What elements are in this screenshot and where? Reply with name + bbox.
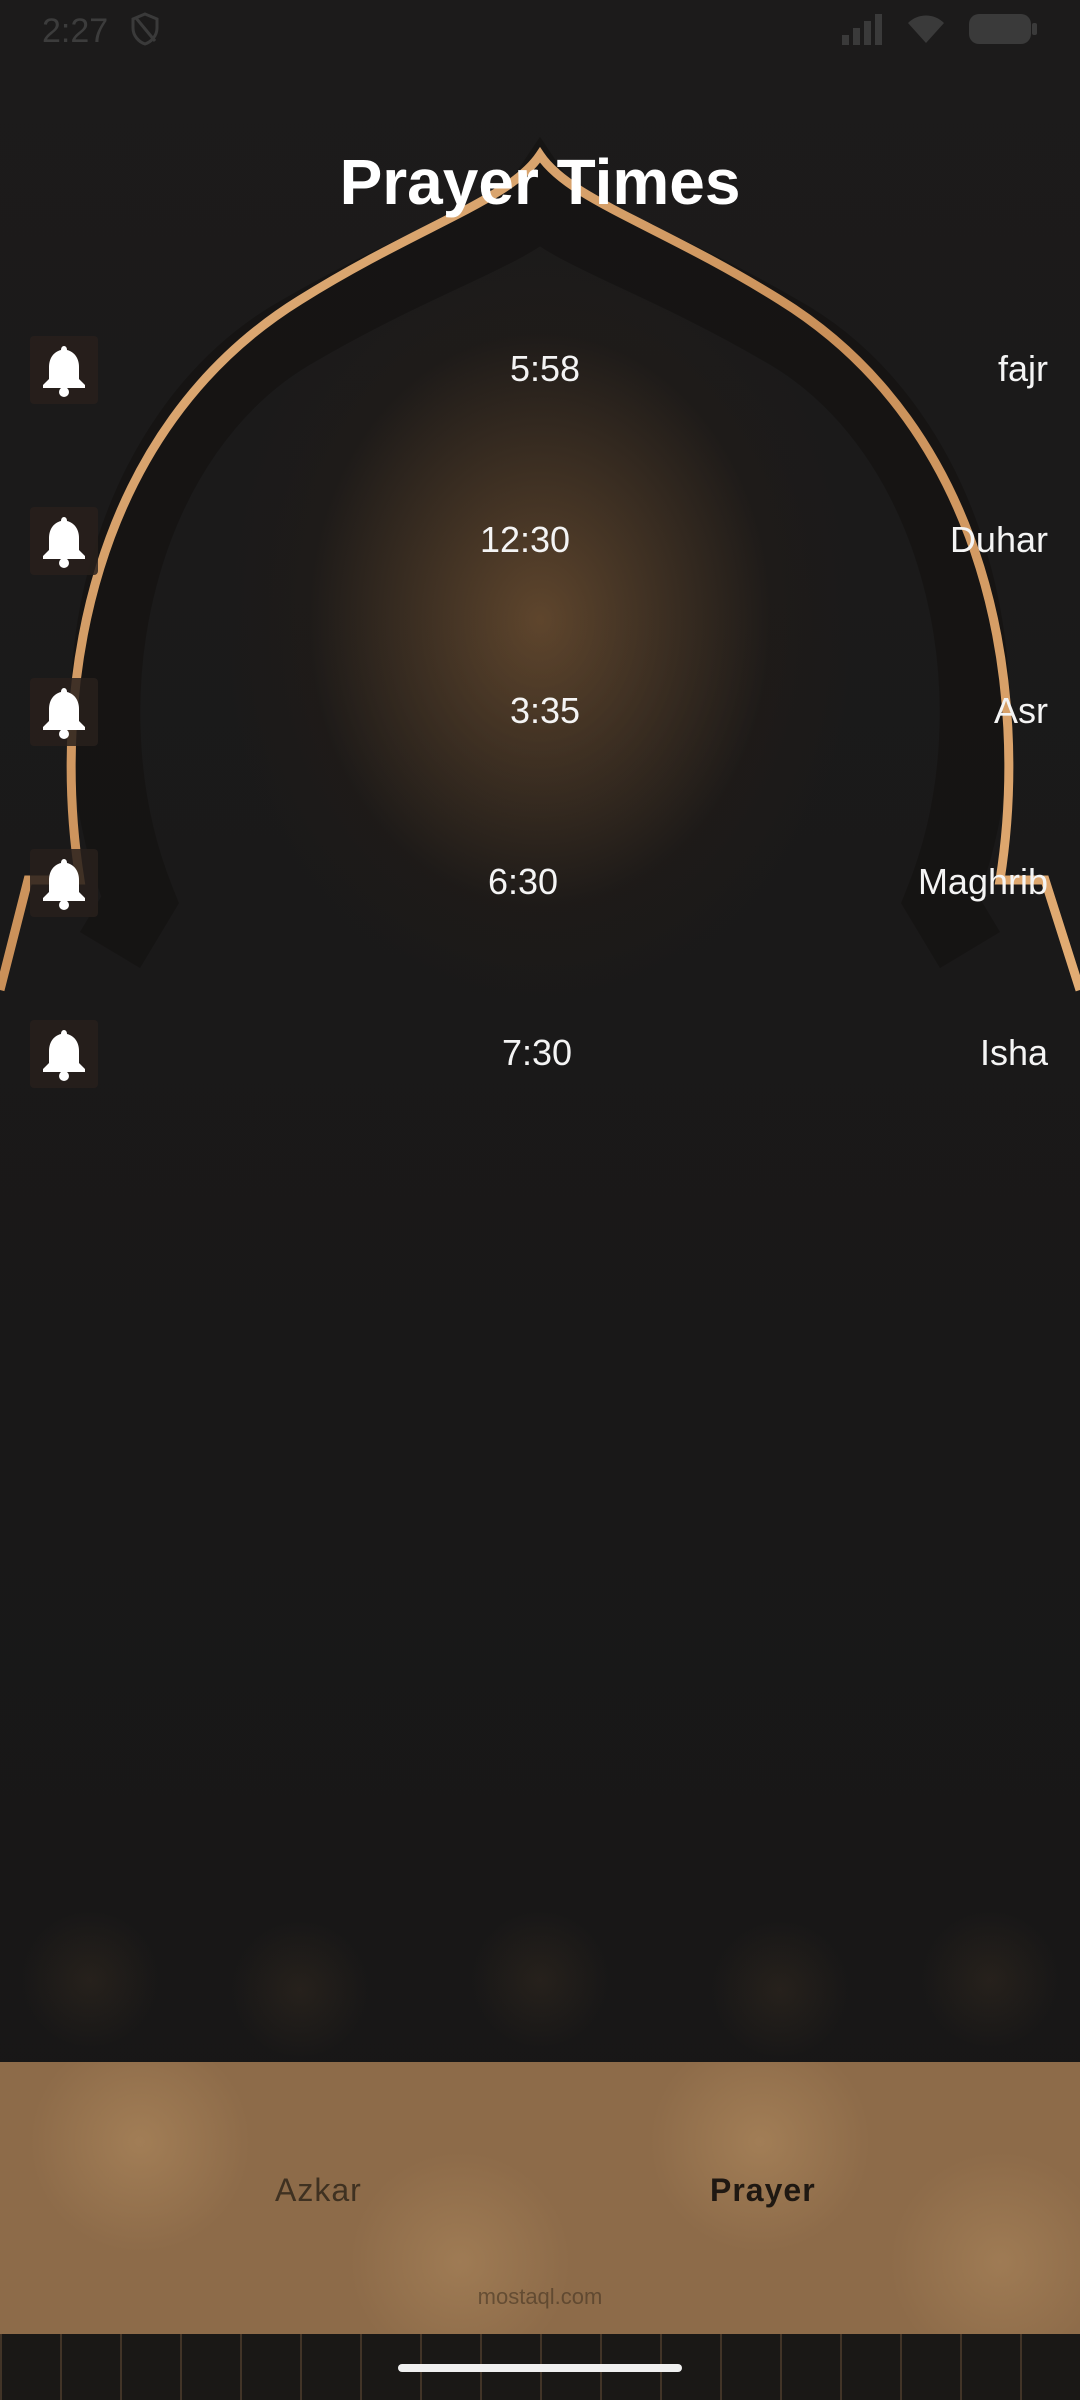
bell-icon[interactable] [30,336,98,404]
prayer-row-asr: 3:35 Asr [0,678,1080,768]
prayer-name: Duhar [949,519,1048,560]
prayer-row-duhar: 12:30 Duhar [0,507,1080,597]
shield-icon [130,11,160,51]
status-bar: 2:27 [0,0,1080,62]
prayer-time: 5:58 [509,348,581,389]
bell-icon[interactable] [30,849,98,917]
nav-tab-azkar[interactable]: Azkar [275,2172,362,2209]
prayer-name: Maghrib [917,861,1048,902]
bottom-navigation: Azkar Prayer mostaql.com [0,2062,1080,2334]
watermark: mostaql.com [477,2284,603,2309]
bell-icon[interactable] [30,507,98,575]
prayer-time: 7:30 [501,1032,573,1073]
prayer-row-maghrib: 6:30 Maghrib [0,849,1080,939]
prayer-time: 3:35 [509,690,581,731]
prayer-name: Isha [979,1032,1048,1073]
home-indicator[interactable] [398,2364,682,2372]
prayer-row-fajr: 5:58 fajr [0,336,1080,426]
wifi-icon [906,13,946,50]
ornament-border [0,1880,1080,2060]
signal-icon [840,13,884,50]
nav-tab-prayer[interactable]: Prayer [710,2172,816,2209]
bell-icon[interactable] [30,1020,98,1088]
prayer-time: 6:30 [487,861,559,902]
page-title: Prayer Times [339,146,741,218]
status-time: 2:27 [42,11,109,50]
prayer-row-isha: 7:30 Isha [0,1020,1080,1110]
prayer-time: 12:30 [479,519,571,560]
battery-icon [968,12,1038,51]
prayer-name: fajr [997,348,1048,389]
bell-icon[interactable] [30,678,98,746]
prayer-name: Asr [994,690,1048,731]
